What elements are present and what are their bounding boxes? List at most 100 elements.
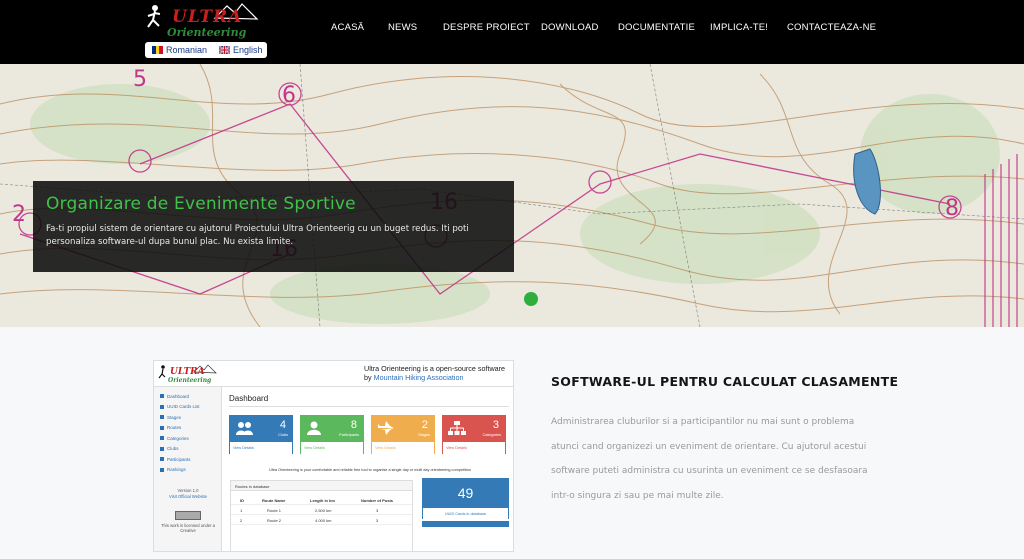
preview-tagline-by: by Mountain Hiking Association xyxy=(364,373,464,382)
section-text: Administrarea cluburilor si a participan… xyxy=(551,417,868,501)
preview-sidebar-item[interactable]: Rankings xyxy=(154,465,221,476)
preview-dashboard-title: Dashboard xyxy=(229,394,269,403)
map-number-6: 6 xyxy=(282,83,296,108)
preview-next-card xyxy=(422,521,509,527)
preview-license: This work is licensed under a Creative xyxy=(161,523,215,533)
preview-card-label: Categories xyxy=(482,433,501,437)
preview-sidebar-label: Categories xyxy=(167,435,189,441)
map-number-5: 5 xyxy=(133,67,147,92)
preview-card-num: 3 xyxy=(492,419,499,431)
preview-sidebar-label: Dashboard xyxy=(167,393,190,399)
language-romanian[interactable]: Romanian xyxy=(152,45,207,55)
trophy-icon xyxy=(160,467,164,472)
preview-logo-ultra: ULTRA xyxy=(170,367,205,377)
table-cell: Route 2 xyxy=(267,518,282,523)
flag-icon xyxy=(160,446,164,451)
nav-despre-proiect[interactable]: DESPRE PROIECT xyxy=(443,22,530,33)
table-header-cell: Number of Posts xyxy=(361,498,394,503)
preview-header: ULTRA Orienteering Ultra Orienteering is… xyxy=(154,361,513,387)
table-cell: 3 xyxy=(376,508,379,513)
map-number-8: 8 xyxy=(945,196,959,221)
nav-documentatie[interactable]: DOCUMENTATIE xyxy=(618,22,695,33)
software-preview-screenshot: ULTRA Orienteering Ultra Orienteering is… xyxy=(153,360,514,552)
preview-card-foot: View Details xyxy=(443,442,505,454)
dashboard-icon xyxy=(160,394,164,399)
section-title: SOFTWARE-UL PENTRU CALCULAT CLASAMENTE xyxy=(551,374,899,389)
preview-description: Ultra Orienteering is your comfortable a… xyxy=(269,468,471,472)
table-row: 2 Route 2 4.000 km 3 xyxy=(231,515,412,525)
preview-tagline: Ultra Orienteering is a open-source soft… xyxy=(364,364,506,373)
preview-card-categories[interactable]: 3 Categories View Details xyxy=(442,415,506,454)
preview-tagline-by-word: by xyxy=(364,373,372,382)
preview-uuid-foot: UUID Cards in database xyxy=(423,508,508,520)
preview-card-foot: View Details xyxy=(372,442,434,454)
preview-sidebar-item[interactable]: Stages xyxy=(154,412,221,423)
preview-card-participants[interactable]: 8 Participants View Details xyxy=(300,415,364,454)
preview-sidebar-item[interactable]: Categories xyxy=(154,433,221,444)
users-icon xyxy=(160,457,164,462)
preview-sidebar-label: Participants xyxy=(167,456,191,462)
preview-sidebar-label: UUID Cards List xyxy=(167,404,200,410)
preview-logo: ULTRA Orienteering xyxy=(158,364,217,384)
table-header-cell: Length in km xyxy=(310,498,335,503)
table-cell: Route 1 xyxy=(267,508,282,513)
preview-sidebar-item[interactable]: Clubs xyxy=(154,444,221,455)
hero-text: Fa-ti propiul sistem de orientare cu aju… xyxy=(46,224,469,247)
nav-news[interactable]: NEWS xyxy=(388,22,417,33)
preview-sidebar-label: Clubs xyxy=(167,446,179,452)
preview-sidebar: Dashboard UUID Cards List Stages Routes … xyxy=(154,387,222,551)
plane-icon xyxy=(378,421,394,435)
preview-card-label: Participants xyxy=(339,433,359,437)
preview-sidebar-item[interactable]: Routes xyxy=(154,423,221,434)
list-icon xyxy=(160,404,164,409)
preview-table-title: Routes in database xyxy=(231,481,412,491)
preview-routes-table: Routes in database ID Route Name Length … xyxy=(230,480,413,551)
language-switcher: Romanian English xyxy=(145,42,267,58)
preview-sidebar-label: Routes xyxy=(167,425,182,431)
table-row: 1 Route 1 2.500 km 3 xyxy=(231,505,412,515)
play-icon xyxy=(160,415,164,420)
preview-association-link[interactable]: Mountain Hiking Association xyxy=(374,373,464,382)
preview-official-link[interactable]: Visit Official Website xyxy=(154,494,222,499)
preview-card-clubs[interactable]: 4 Clubs View Details xyxy=(229,415,293,454)
preview-card-num: 8 xyxy=(350,419,357,431)
language-english-label: English xyxy=(233,45,263,55)
preview-logo-orienteering: Orienteering xyxy=(168,377,211,384)
users-icon xyxy=(236,422,253,435)
preview-card-foot: View Details xyxy=(301,442,363,454)
preview-card-foot: View Details xyxy=(230,442,292,454)
user-icon xyxy=(307,421,321,435)
preview-card-label: Stages xyxy=(418,433,430,437)
nav-implica-te[interactable]: IMPLICA-TE! xyxy=(710,22,768,33)
preview-sidebar-label: Stages xyxy=(167,414,182,420)
nav-download[interactable]: DOWNLOAD xyxy=(541,22,599,33)
language-english[interactable]: English xyxy=(219,45,263,55)
preview-version: Version 1.0 xyxy=(177,488,199,493)
uk-flag-icon xyxy=(219,46,231,54)
preview-card-stages[interactable]: 2 Stages View Details xyxy=(371,415,435,454)
nav-contacteaza-ne[interactable]: CONTACTEAZA-NE xyxy=(787,22,876,33)
table-row: ID Route Name Length in km Number of Pos… xyxy=(231,495,412,505)
top-navbar: ULTRA Orienteering Romanian English ACAS… xyxy=(0,0,1024,64)
preview-sidebar-item[interactable]: UUID Cards List xyxy=(154,402,221,413)
hero-caption: Organizare de Evenimente Sportive Fa-ti … xyxy=(33,181,514,272)
preview-sidebar-label: Rankings xyxy=(167,467,186,473)
romania-flag-icon xyxy=(152,46,164,54)
sitemap-icon xyxy=(448,421,466,435)
hero-title: Organizare de Evenimente Sportive xyxy=(46,194,356,214)
creative-commons-badge-icon xyxy=(175,511,201,520)
sitemap-icon xyxy=(160,436,164,441)
route-icon xyxy=(160,425,164,430)
preview-card-num: 4 xyxy=(279,419,286,431)
nav-acasa[interactable]: ACASĂ xyxy=(331,22,364,33)
preview-sidebar-item[interactable]: Participants xyxy=(154,454,221,465)
preview-uuid-count: 49 xyxy=(423,479,508,508)
preview-uuid-card[interactable]: 49 UUID Cards in database xyxy=(422,478,509,520)
hero-banner: 5 6 2 16 16 8 Organizare de Evenimente S… xyxy=(0,64,1024,327)
preview-sidebar-item[interactable]: Dashboard xyxy=(154,391,221,402)
table-cell: 4.000 km xyxy=(315,518,332,523)
preview-card-label: Clubs xyxy=(278,433,288,437)
language-romanian-label: Romanian xyxy=(166,45,208,55)
table-cell: 2.500 km xyxy=(315,508,332,513)
preview-card-num: 2 xyxy=(421,419,428,431)
